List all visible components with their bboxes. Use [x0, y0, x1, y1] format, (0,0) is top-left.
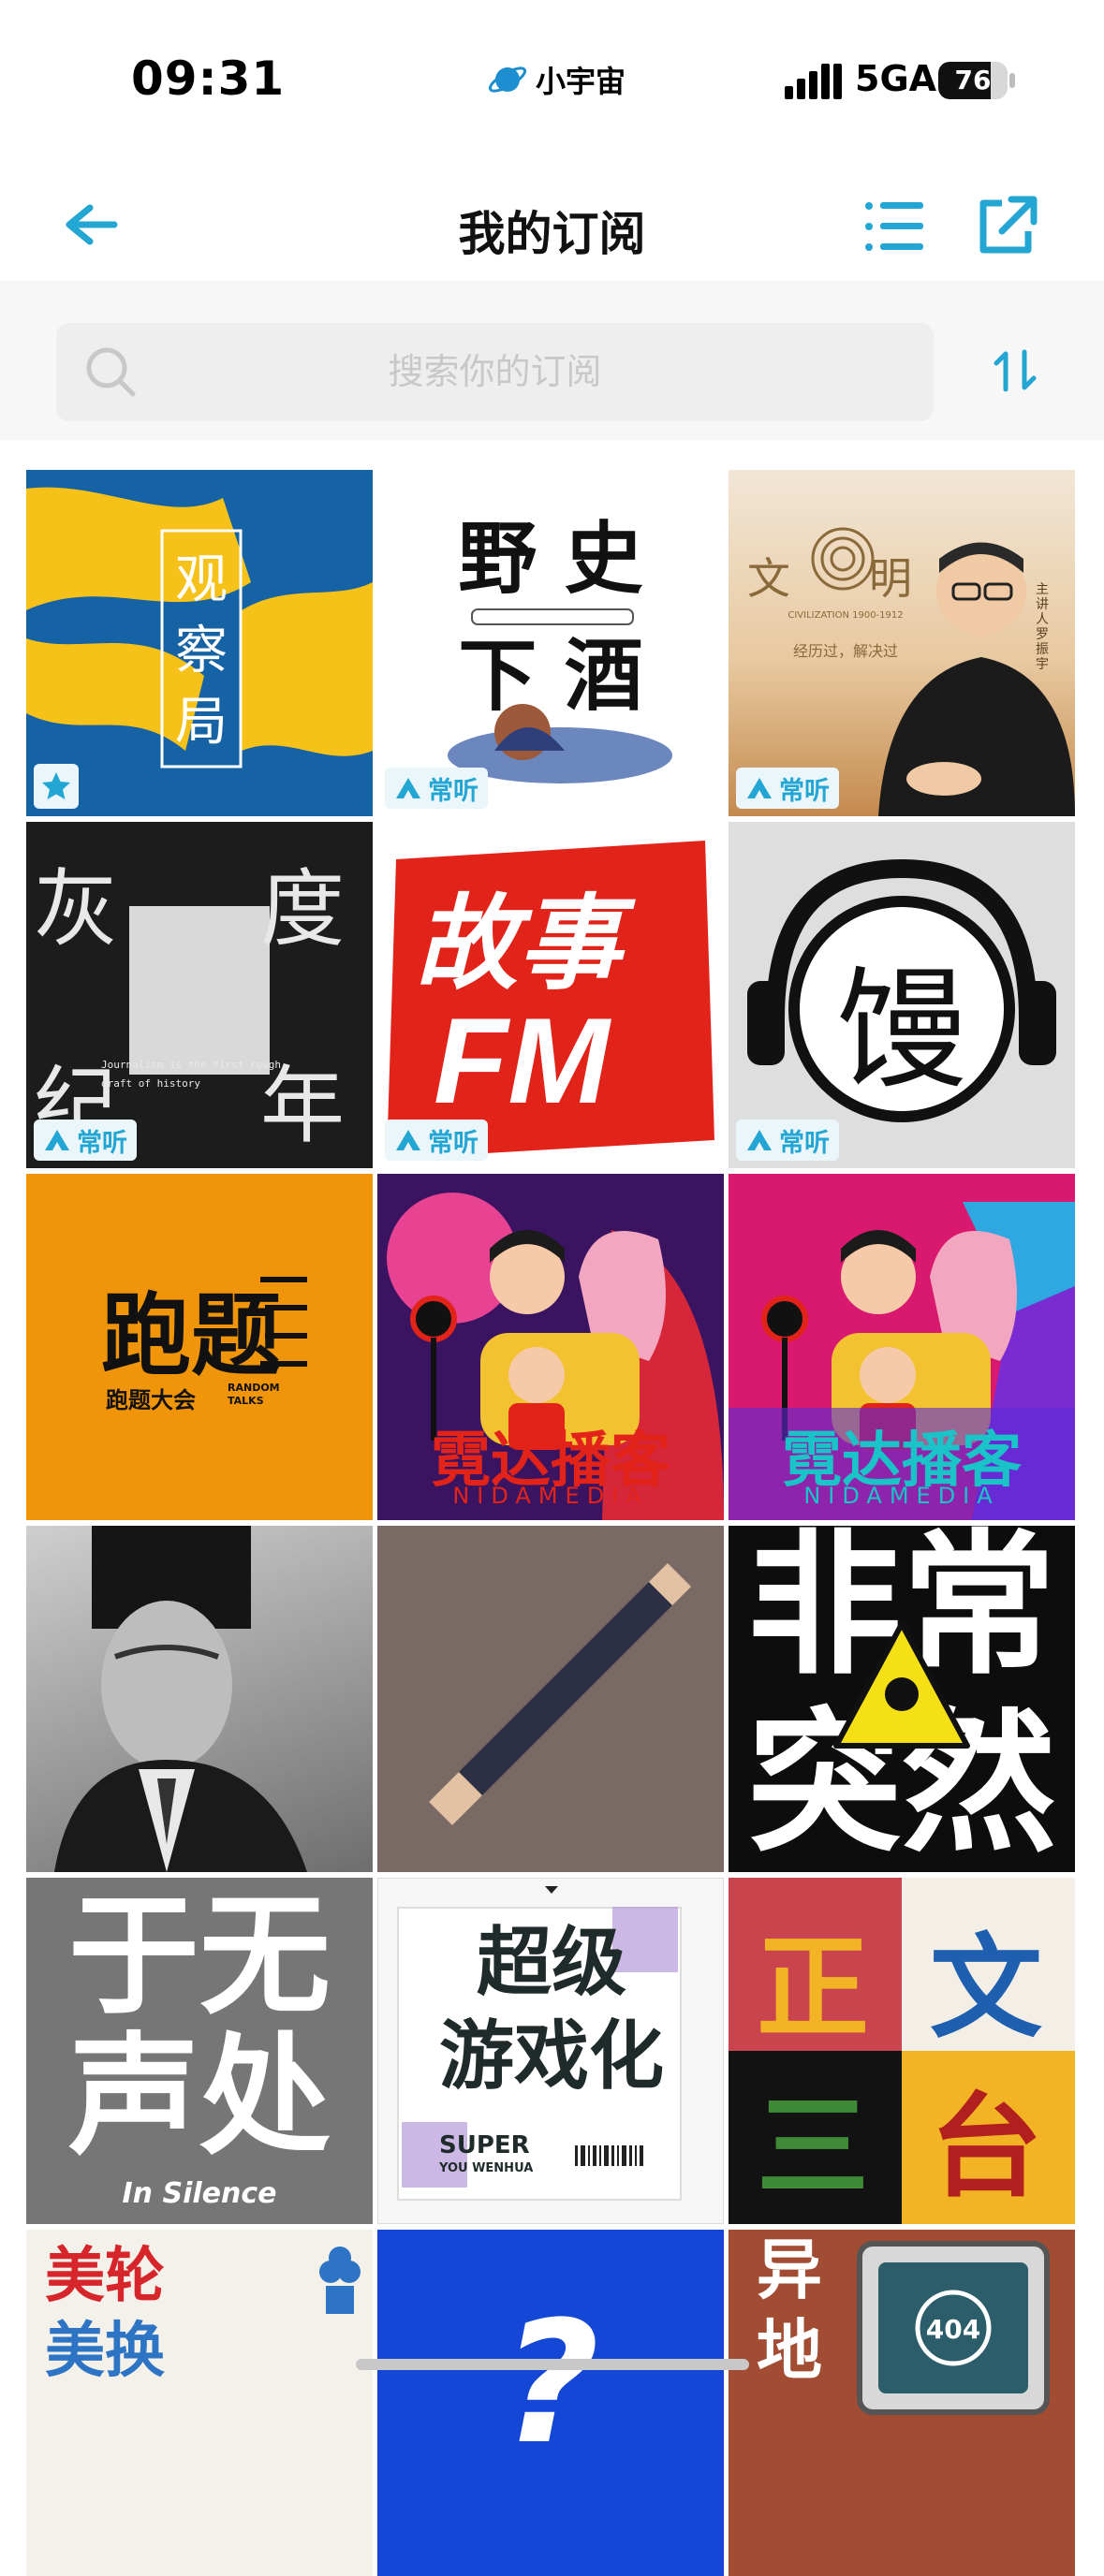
battery-icon: 76	[938, 62, 1008, 99]
badge-label: 常听	[428, 1128, 478, 1158]
flower-icon	[319, 2247, 361, 2314]
podcast-tile[interactable]: 馒 常听	[729, 822, 1075, 1168]
cover-title-line: 台	[930, 2083, 1042, 2213]
carrier-logo: 小宇宙	[487, 58, 626, 101]
host-portrait	[878, 542, 1075, 816]
cover-subtitle: NIDAMEDIA	[452, 1483, 649, 1509]
cover-title-line: 正	[757, 1924, 869, 2054]
cover-title-line: 于无	[67, 1881, 331, 2033]
podcast-tile[interactable]	[26, 1526, 373, 1872]
pencil-illustration	[429, 1563, 691, 1825]
podcast-tile[interactable]: ?	[377, 2230, 724, 2576]
cover-subtitle: 404	[925, 2314, 981, 2345]
favorite-badge	[34, 764, 79, 809]
warning-sign-icon	[833, 1621, 970, 1749]
cover-title-line: 察	[175, 621, 228, 681]
cover-title-line: 文	[930, 1924, 1042, 2054]
mountain-icon	[396, 1130, 420, 1150]
sort-icon[interactable]	[993, 346, 1041, 395]
cover-title: 观 察 局	[162, 545, 241, 758]
cover-title: 于无 声处	[26, 1887, 373, 2168]
cover-title-line: 故事	[415, 884, 621, 1003]
podcast-tile[interactable]: 正 三 文 台	[729, 1878, 1075, 2224]
cover-title-line: 三	[757, 2083, 869, 2213]
mountain-icon	[45, 1130, 69, 1150]
network-type: 5GA	[855, 58, 937, 99]
podcast-tile[interactable]: 故事 FM 常听	[377, 822, 724, 1168]
badge-label: 常听	[779, 1128, 830, 1158]
cover-title-line: 灰	[34, 860, 118, 959]
podcast-tile[interactable]: 灰 度 纪 年 Journalism is the first rough dr…	[26, 822, 373, 1168]
cover-subtitle: NIDAMEDIA	[803, 1483, 1000, 1509]
share-icon[interactable]	[974, 192, 1039, 257]
podcast-tile[interactable]: 野 史 下 酒 常听	[377, 470, 724, 816]
status-time: 09:31	[131, 51, 286, 106]
frequent-badge: 常听	[385, 768, 488, 809]
page-title: 我的订阅	[458, 207, 646, 261]
search-placeholder: 搜索你的订阅	[388, 351, 602, 392]
portrait-photo	[54, 1526, 307, 1872]
cover-title-line: 观	[175, 549, 228, 610]
podcast-tile[interactable]: 非常 突然	[729, 1526, 1075, 1872]
mountain-icon	[747, 1130, 772, 1150]
cover-title-line: ?	[501, 2286, 600, 2481]
planet-icon	[488, 66, 527, 93]
mountain-icon	[747, 778, 772, 798]
podcast-tile[interactable]: 观 察 局	[26, 470, 373, 816]
cover-subtitle: Journalism is the first rough draft of h…	[101, 1059, 282, 1090]
cover-paper	[129, 906, 270, 1075]
badge-label: 常听	[428, 776, 478, 806]
cover-subtitle: In Silence	[122, 2177, 277, 2210]
podcast-tile[interactable]: 美轮 美换	[26, 2230, 373, 2576]
carrier-name: 小宇宙	[536, 64, 626, 99]
podcast-tile[interactable]	[377, 1526, 724, 1872]
cover-title-line: 馒	[835, 955, 967, 1107]
cover-title-line: 度	[260, 860, 345, 959]
battery-level: 76	[954, 65, 992, 95]
mountain-icon	[396, 778, 420, 798]
podcast-tile[interactable]: 异 地 404	[729, 2230, 1075, 2576]
podcast-tile[interactable]: 文 明 CIVILIZATION 1900-1912 经历过，解决过 主讲人 罗…	[729, 470, 1075, 816]
frequent-badge: 常听	[34, 1120, 137, 1161]
signal-icon	[785, 64, 842, 99]
monitor-icon	[857, 2241, 1050, 2415]
barcode-icon	[545, 1886, 643, 2166]
star-icon	[42, 772, 70, 799]
podcast-tile[interactable]: 霓达播客 NIDAMEDIA	[377, 1174, 724, 1520]
home-indicator[interactable]	[356, 2359, 749, 2370]
cover-title-line: FM	[434, 992, 610, 1129]
status-bar: 09:31 小宇宙 5GA 76	[0, 0, 1104, 150]
search-input[interactable]: 搜索你的订阅	[56, 323, 934, 421]
frequent-badge: 常听	[385, 1120, 488, 1161]
badge-label: 常听	[779, 776, 830, 806]
cover-illustration	[448, 704, 672, 783]
badge-label: 常听	[77, 1128, 127, 1158]
frequent-badge: 常听	[736, 768, 839, 809]
podcast-tile[interactable]: 超级 游戏化 SUPER YOU WENHUA	[377, 1878, 724, 2224]
battery-cap	[1009, 73, 1015, 88]
frequent-badge: 常听	[736, 1120, 839, 1161]
list-icon[interactable]	[861, 197, 927, 257]
podcast-tile[interactable]: 跑题 跑题大会 RANDOM TALKS	[26, 1174, 373, 1520]
cover-title-line: 局	[175, 692, 228, 753]
cover-title-line: 声处	[67, 2021, 331, 2174]
podcast-tile[interactable]: 霓达播客 NIDAMEDIA	[729, 1174, 1075, 1520]
podcast-tile[interactable]: 于无 声处 In Silence	[26, 1878, 373, 2224]
speed-lines	[260, 1277, 307, 1367]
